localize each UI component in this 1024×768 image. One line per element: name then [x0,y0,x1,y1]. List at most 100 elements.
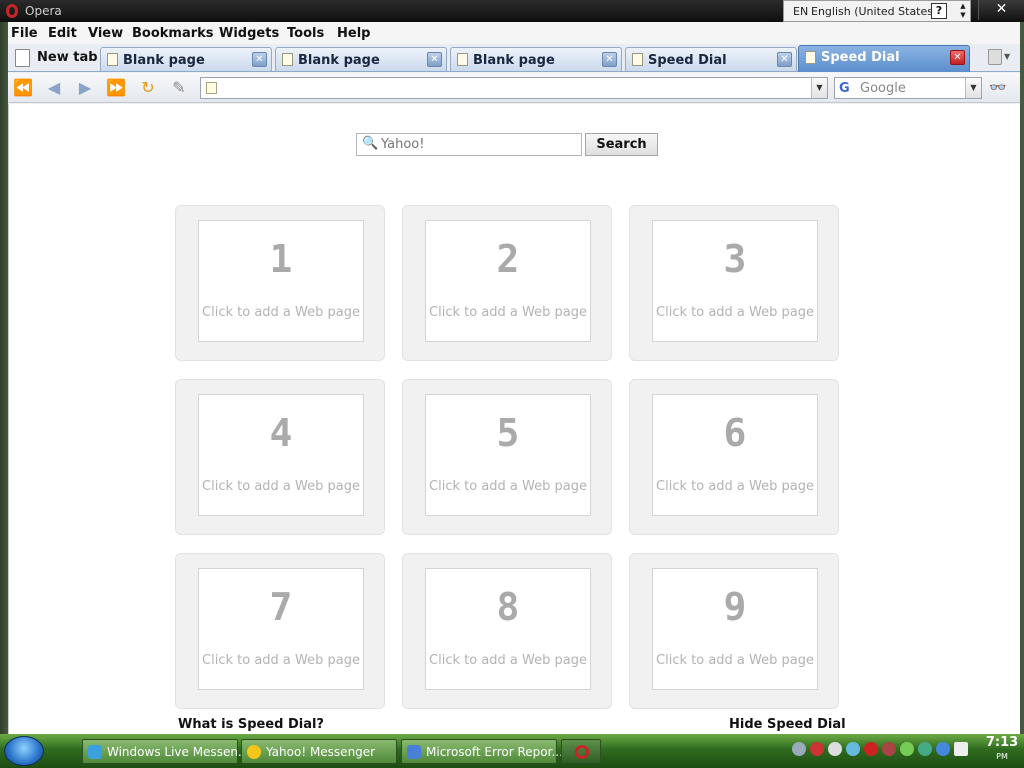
dial-number: 1 [269,237,293,281]
task-microsoft-error-reporting[interactable]: Microsoft Error Repor... [401,739,563,764]
network-icon[interactable] [846,742,860,756]
close-tab-icon[interactable]: ✕ [777,52,792,67]
speed-dial-slot-7[interactable]: 7 Click to add a Web page [175,553,385,709]
dial-hint: Click to add a Web page [202,653,360,668]
chevron-down-icon[interactable]: ▼ [1004,52,1010,61]
menu-tools[interactable]: Tools [287,26,324,41]
new-tab-label: New tab [37,50,98,65]
dial-thumbnail[interactable]: 7 Click to add a Web page [198,568,364,690]
start-button[interactable] [4,736,44,766]
dial-number: 9 [723,585,747,629]
window-title: Opera [25,4,62,18]
tab-blank-page-3[interactable]: Blank page ✕ [450,47,622,71]
new-tab-button[interactable]: New tab [10,46,100,70]
dial-number: 3 [723,237,747,281]
task-label: Microsoft Error Repor... [426,745,563,759]
tab-speed-dial-1[interactable]: Speed Dial ✕ [625,47,797,71]
menu-edit[interactable]: Edit [48,26,77,41]
tray-app-icon[interactable] [882,742,896,756]
task-windows-live-messenger[interactable]: Windows Live Messen... [82,739,249,764]
search-engine-label[interactable]: Google [860,81,906,96]
dial-thumbnail[interactable]: 4 Click to add a Web page [198,394,364,516]
close-tab-icon[interactable]: ✕ [950,50,965,65]
language-name[interactable]: English (United States) [811,5,937,18]
address-bar[interactable]: ▼ [200,77,828,99]
task-yahoo-messenger[interactable]: Yahoo! Messenger [241,739,397,764]
speed-dial-slot-5[interactable]: 5 Click to add a Web page [402,379,612,535]
dial-thumbnail[interactable]: 5 Click to add a Web page [425,394,591,516]
search-field[interactable]: G Google ▼ [834,77,982,99]
dial-thumbnail[interactable]: 3 Click to add a Web page [652,220,818,342]
language-bar[interactable]: EN English (United States) ? ▲ ▼ [783,0,971,22]
antivirus-icon[interactable] [864,742,878,756]
check-icon[interactable] [900,742,914,756]
speed-dial-slot-6[interactable]: 6 Click to add a Web page [629,379,839,535]
dial-thumbnail[interactable]: 9 Click to add a Web page [652,568,818,690]
tab-bar: New tab Blank page ✕ Blank page ✕ Blank … [8,44,1020,72]
trash-icon[interactable] [988,49,1002,65]
dial-number: 8 [496,585,520,629]
dial-hint: Click to add a Web page [656,305,814,320]
close-tab-icon[interactable]: ✕ [252,52,267,67]
tab-speed-dial-active[interactable]: Speed Dial ✕ [798,45,970,72]
window-left-edge [0,22,8,734]
update-icon[interactable] [918,742,932,756]
dial-thumbnail[interactable]: 2 Click to add a Web page [425,220,591,342]
close-tab-icon[interactable]: ✕ [427,52,442,67]
tab-label: Speed Dial [821,50,900,65]
shield-icon[interactable] [810,742,824,756]
search-button[interactable]: Search [585,133,658,156]
dial-thumbnail[interactable]: 8 Click to add a Web page [425,568,591,690]
language-code[interactable]: EN [793,5,808,18]
speed-dial-search-input[interactable] [381,137,577,152]
hide-speed-dial-link[interactable]: Hide Speed Dial [729,717,846,732]
dial-thumbnail[interactable]: 1 Click to add a Web page [198,220,364,342]
speed-dial-slot-1[interactable]: 1 Click to add a Web page [175,205,385,361]
speed-dial-slot-3[interactable]: 3 Click to add a Web page [629,205,839,361]
address-history-dropdown-icon[interactable]: ▼ [811,78,827,98]
edit-pen-icon[interactable]: ✎ [168,78,190,98]
menu-widgets[interactable]: Widgets [219,26,279,41]
dial-thumbnail[interactable]: 6 Click to add a Web page [652,394,818,516]
task-opera[interactable] [561,739,601,764]
forward-icon[interactable]: ▶ [74,78,96,98]
gear-icon[interactable] [792,742,806,756]
menu-file[interactable]: File [11,26,38,41]
reload-icon[interactable]: ↻ [137,78,159,98]
browser-window: File Edit View Bookmarks Widgets Tools H… [8,22,1020,734]
window-close-button[interactable]: ✕ [978,0,1024,20]
menu-view[interactable]: View [88,26,123,41]
close-tab-icon[interactable]: ✕ [602,52,617,67]
speed-dial-slot-8[interactable]: 8 Click to add a Web page [402,553,612,709]
windows-taskbar: Windows Live Messen... Yahoo! Messenger … [0,734,1024,768]
clock-time: 7:13 [985,735,1019,750]
help-icon[interactable]: ? [931,3,947,19]
speed-dial-slot-2[interactable]: 2 Click to add a Web page [402,205,612,361]
page-icon [457,53,468,66]
back-icon[interactable]: ◀ [43,78,65,98]
speed-dial-slot-9[interactable]: 9 Click to add a Web page [629,553,839,709]
fast-forward-icon[interactable]: ⏩ [105,78,127,98]
speed-dial-slot-4[interactable]: 4 Click to add a Web page [175,379,385,535]
search-engine-dropdown-icon[interactable]: ▼ [965,78,981,98]
page-icon [805,51,816,64]
page-icon [632,53,643,66]
download-icon[interactable] [936,742,950,756]
speed-dial-search-box[interactable]: 🔍 [356,133,582,156]
yahoo-smiley-icon [247,745,261,759]
glasses-icon[interactable]: 👓 [989,80,1006,96]
search-icon: 🔍 [362,136,379,151]
tab-blank-page-1[interactable]: Blank page ✕ [100,47,272,71]
what-is-speed-dial-link[interactable]: What is Speed Dial? [178,717,324,732]
display-icon[interactable] [954,742,968,756]
system-clock[interactable]: 7:13 PM [982,736,1022,764]
menu-help[interactable]: Help [337,26,370,41]
menu-bookmarks[interactable]: Bookmarks [132,26,214,41]
minus-icon[interactable] [828,742,842,756]
address-input[interactable] [223,80,803,96]
language-bar-options-icon[interactable]: ▲ ▼ [957,2,969,20]
tab-blank-page-2[interactable]: Blank page ✕ [275,47,447,71]
page-icon [282,53,293,66]
rewind-icon[interactable]: ⏪ [12,78,34,98]
messenger-icon [88,745,102,759]
